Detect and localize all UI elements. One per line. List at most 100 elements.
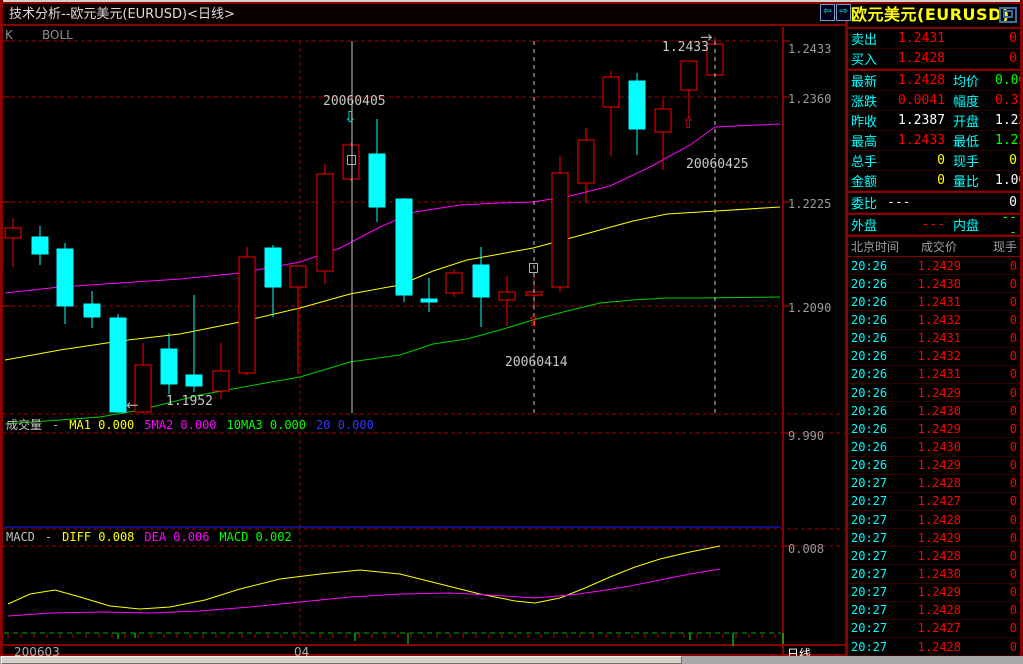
trade-tick-row[interactable]: 20:27 1.2428 0 bbox=[848, 475, 1020, 493]
candlestick bbox=[109, 317, 127, 413]
trade-tick-row[interactable]: 20:26 1.2432 0 bbox=[848, 311, 1020, 330]
indicator-segment: DEA 0.006 bbox=[144, 530, 210, 544]
candlestick bbox=[577, 139, 595, 184]
quote-field-row: 昨收1.2387开盘1.2387 bbox=[848, 111, 1023, 131]
trade-tick-row[interactable]: 20:26 1.2429 0 bbox=[848, 420, 1020, 439]
candlestick bbox=[238, 256, 256, 374]
legend-boll: BOLL bbox=[42, 28, 73, 42]
quote-fields: 最新1.2428均价0.0000涨跌0.0041幅度0.33昨收1.2387开盘… bbox=[848, 71, 1023, 191]
left-arrow-icon: ← bbox=[126, 396, 139, 414]
candlestick bbox=[420, 298, 438, 303]
boll-upper-line bbox=[4, 123, 781, 294]
indicator-segment: - bbox=[52, 418, 60, 432]
tick-qty-header: 现手 bbox=[992, 240, 1017, 254]
trade-tick-row[interactable]: 20:26 1.2430 0 bbox=[848, 438, 1020, 457]
candle-select-marker bbox=[529, 263, 538, 273]
chart-annotation: 1.1952 bbox=[166, 394, 213, 409]
waipan-label: 外盘 bbox=[851, 219, 878, 234]
indicator-segment: DIFF 0.008 bbox=[62, 530, 135, 544]
horizontal-scrollbar[interactable] bbox=[0, 656, 1023, 664]
weibi-label: 委比 bbox=[851, 197, 878, 212]
candlestick bbox=[4, 227, 22, 239]
trade-tick-row[interactable]: 20:27 1.2427 0 bbox=[848, 493, 1020, 511]
buy-label: 买入 bbox=[851, 53, 878, 68]
trade-tick-row[interactable]: 20:27 1.2429 0 bbox=[848, 584, 1020, 602]
axis-price-label: 1.2360 bbox=[788, 92, 832, 106]
restore-window-icon[interactable] bbox=[999, 7, 1017, 23]
instrument-name: 欧元美元(EURUSD) bbox=[851, 5, 1010, 24]
up-arrow-icon: ⇧ bbox=[682, 114, 695, 132]
trade-tick-row[interactable]: 20:26 1.2431 0 bbox=[848, 330, 1020, 348]
trade-tick-row[interactable]: 20:26 1.2431 0 bbox=[848, 293, 1020, 312]
trade-tick-row[interactable]: 20:26 1.2432 0 bbox=[848, 348, 1020, 366]
chart-annotation: 20060414 bbox=[505, 355, 568, 370]
candlestick bbox=[680, 60, 698, 91]
prev-instrument-button[interactable]: ⇦ bbox=[820, 4, 835, 21]
candlestick bbox=[31, 236, 49, 255]
candlestick bbox=[185, 374, 203, 387]
chart-nav-buttons: ⇦ ⇨ bbox=[820, 4, 851, 21]
window-frame-top bbox=[0, 2, 1023, 4]
waipan-row: 外盘 --- 内盘 --- bbox=[848, 210, 1020, 240]
axis-price-label: 0.008 bbox=[788, 542, 825, 556]
tick-time-header: 北京时间 bbox=[851, 240, 900, 254]
axis-price-label: 1.2433 bbox=[788, 42, 832, 56]
chart-title-text: 技术分析--欧元美元(EURUSD)<日线> bbox=[9, 7, 235, 22]
candlestick bbox=[212, 370, 230, 392]
trade-tick-row[interactable]: 20:27 1.2428 0 bbox=[848, 602, 1020, 620]
candlestick bbox=[472, 264, 490, 298]
trade-tick-row[interactable]: 20:27 1.2429 0 bbox=[848, 529, 1020, 548]
candlestick bbox=[289, 265, 307, 288]
candlestick bbox=[498, 291, 516, 301]
indicator-segment: 10MA3 0.000 bbox=[226, 418, 307, 432]
candlestick bbox=[445, 272, 463, 294]
tick-list-header: 北京时间 成交价 现手 bbox=[848, 237, 1020, 256]
trade-tick-row[interactable]: 20:27 1.2428 0 bbox=[848, 511, 1020, 530]
window-frame-left bbox=[0, 0, 3, 664]
trade-tick-row[interactable]: 20:27 1.2427 0 bbox=[848, 620, 1020, 638]
candlestick bbox=[316, 173, 334, 272]
quote-title-row: 欧元美元(EURUSD) bbox=[848, 3, 1020, 29]
chart-annotation: 20060405 bbox=[323, 94, 386, 109]
indicator-segment: MACD 0.002 bbox=[219, 530, 292, 544]
buy-price: 1.2428 bbox=[898, 51, 945, 66]
waipan-value: --- bbox=[921, 217, 945, 232]
sell-price: 1.2431 bbox=[898, 31, 945, 46]
candlestick bbox=[395, 198, 413, 296]
up-arrow-icon: ⇧ bbox=[527, 312, 540, 330]
weibi-right-value: 0 bbox=[1009, 195, 1017, 210]
candlestick bbox=[160, 348, 178, 385]
axis-price-label: 9.990 bbox=[788, 429, 825, 443]
down-arrow-icon: ⇩ bbox=[344, 108, 357, 126]
indicator-segment: MA1 0.000 bbox=[69, 418, 135, 432]
sell-qty: 0 bbox=[1009, 31, 1017, 46]
trade-tick-row[interactable]: 20:26 1.2429 0 bbox=[848, 257, 1020, 276]
candlestick bbox=[602, 76, 620, 108]
chart-title: 技术分析--欧元美元(EURUSD)<日线> bbox=[3, 4, 845, 26]
trade-tick-row[interactable]: 20:26 1.2429 0 bbox=[848, 457, 1020, 475]
scrollbar-thumb[interactable] bbox=[1, 656, 682, 664]
trade-tick-row[interactable]: 20:27 1.2428 0 bbox=[848, 547, 1020, 566]
right-arrow-icon: → bbox=[700, 28, 713, 46]
trade-tick-row[interactable]: 20:26 1.2430 0 bbox=[848, 402, 1020, 421]
trade-tick-row[interactable]: 20:27 1.2430 0 bbox=[848, 565, 1020, 584]
tick-list: 20:26 1.2429 0 20:26 1.2430 0 20:26 1.2431 0 20:2… bbox=[848, 257, 1020, 657]
buy-quote-row: 买入 1.2428 0 bbox=[848, 49, 1020, 69]
chart-annotation: 20060425 bbox=[686, 157, 749, 172]
indicator-segment: 5MA2 0.000 bbox=[144, 418, 217, 432]
legend-k: K bbox=[5, 28, 13, 42]
weibi-value: --- bbox=[887, 195, 911, 210]
indicator-segment: 成交量 bbox=[6, 418, 43, 432]
candlestick bbox=[654, 108, 672, 133]
trading-app-window: 技术分析--欧元美元(EURUSD)<日线> K BOLL ⇦ ⇨ 200604… bbox=[0, 0, 1023, 664]
quote-field-row: 金额0量比1.000 bbox=[848, 171, 1023, 191]
quote-field-row: 最高1.2433最低1.2365 bbox=[848, 131, 1023, 151]
trade-tick-row[interactable]: 20:26 1.2430 0 bbox=[848, 275, 1020, 294]
candlestick bbox=[56, 248, 74, 307]
trade-tick-row[interactable]: 20:26 1.2431 0 bbox=[848, 366, 1020, 384]
indicator-segment: 20 0.000 bbox=[316, 418, 374, 432]
trade-tick-row[interactable]: 20:27 1.2428 0 bbox=[848, 638, 1020, 657]
tick-price-header: 成交价 bbox=[920, 240, 957, 254]
next-instrument-button[interactable]: ⇨ bbox=[836, 4, 851, 21]
trade-tick-row[interactable]: 20:26 1.2429 0 bbox=[848, 384, 1020, 403]
